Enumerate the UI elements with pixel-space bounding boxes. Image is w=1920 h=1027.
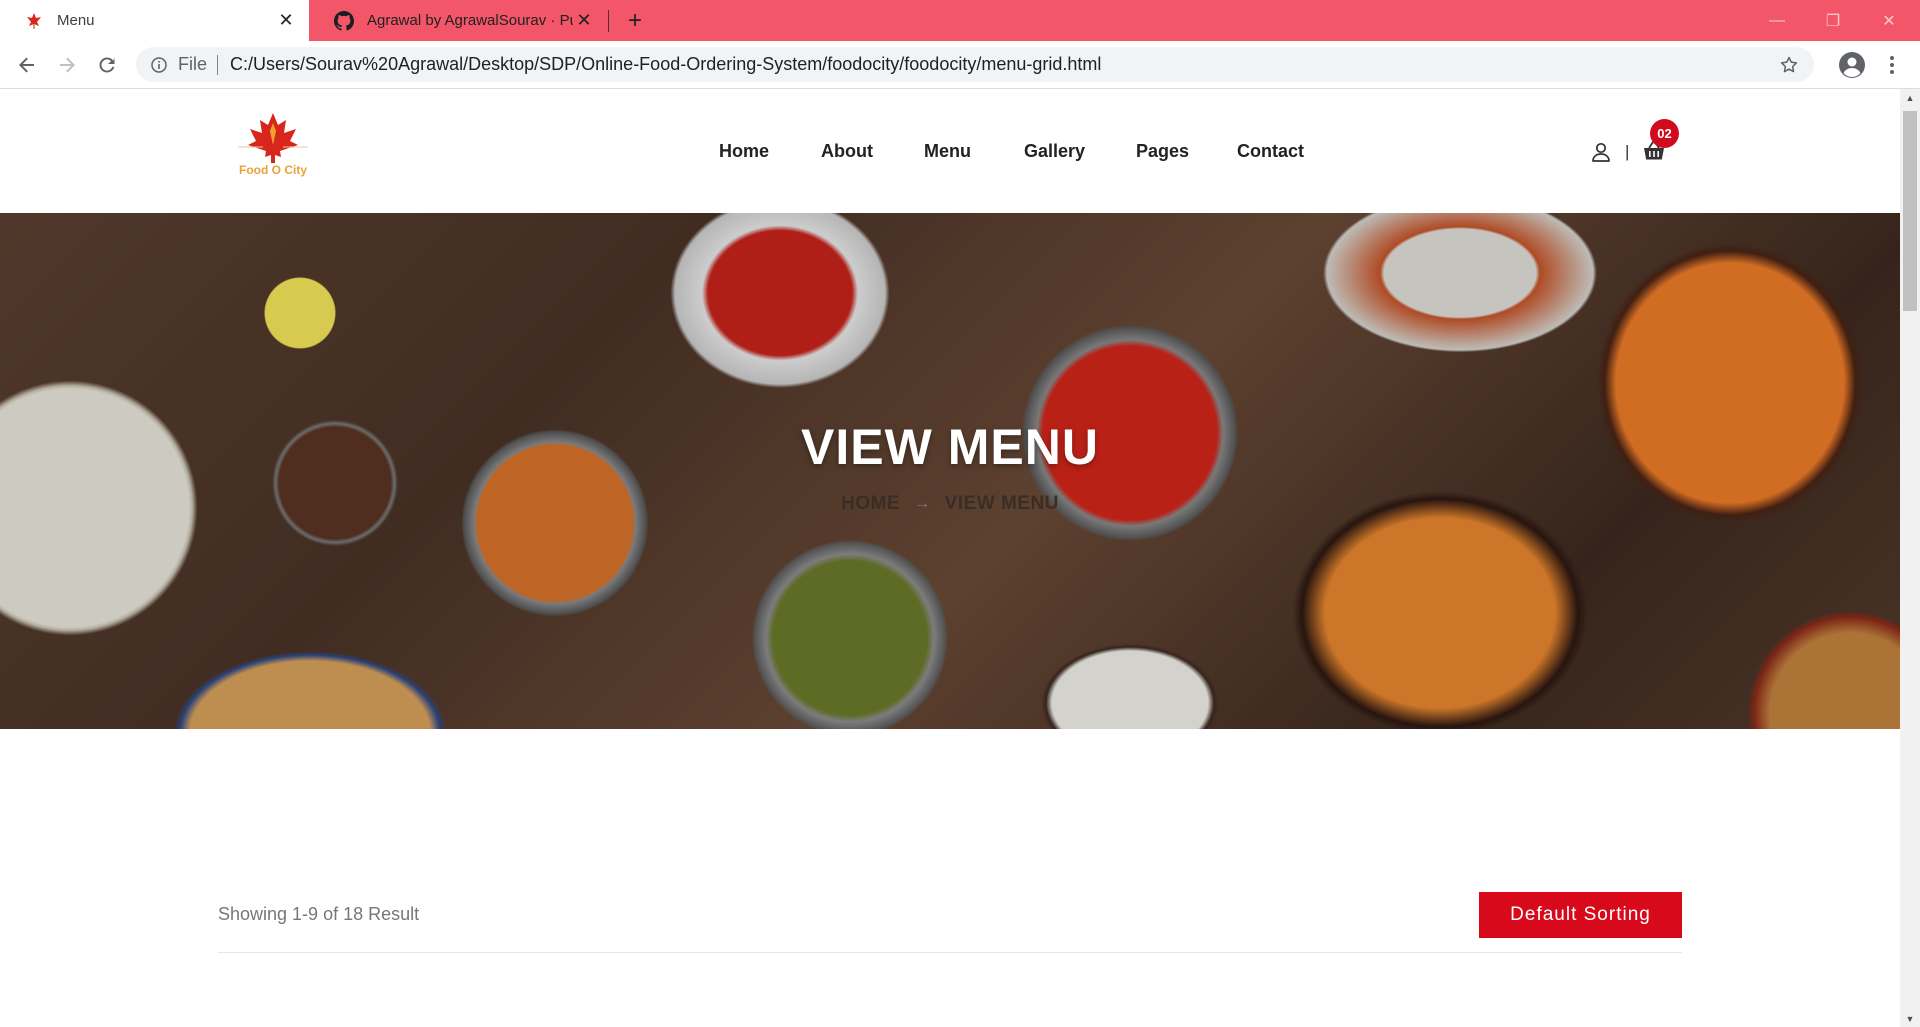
close-tab-icon[interactable]: ✕ [573, 10, 595, 32]
breadcrumb-home[interactable]: HOME [841, 493, 900, 515]
info-icon[interactable] [150, 56, 168, 74]
scroll-down-arrow-icon[interactable]: ▼ [1903, 1012, 1917, 1026]
nav-contact[interactable]: Contact [1237, 141, 1304, 162]
web-page: Food O City Home About Menu Gallery Page… [0, 89, 1900, 1027]
new-tab-plus-icon[interactable]: + [622, 7, 648, 34]
nav-menu[interactable]: Menu [924, 141, 971, 162]
nav-home[interactable]: Home [719, 141, 769, 162]
minimize-icon[interactable]: — [1749, 0, 1805, 41]
scrollbar-thumb[interactable] [1903, 111, 1917, 311]
food-o-city-favicon-icon [24, 11, 44, 31]
tab-title: Menu [57, 12, 95, 29]
nav-pages[interactable]: Pages [1136, 141, 1189, 162]
nav-gallery[interactable]: Gallery [1024, 141, 1085, 162]
page-banner: VIEW MENU HOME → VIEW MENU [0, 213, 1900, 729]
divider [218, 952, 1682, 953]
page-title: VIEW MENU [801, 419, 1099, 475]
reload-icon[interactable] [94, 52, 120, 78]
breadcrumb: HOME → VIEW MENU [0, 493, 1900, 515]
tab-divider [608, 10, 609, 32]
close-window-icon[interactable]: ✕ [1861, 0, 1917, 41]
bookmark-star-icon[interactable] [1778, 54, 1800, 76]
nav-about[interactable]: About [821, 141, 873, 162]
site-header: Food O City Home About Menu Gallery Page… [0, 89, 1900, 213]
profile-avatar-icon[interactable] [1838, 51, 1866, 79]
forward-arrow-icon[interactable] [54, 52, 80, 78]
browser-tab-strip: Menu ✕ Agrawal by AgrawalSourav · Pull ✕… [0, 0, 1920, 41]
cart-count-badge: 02 [1650, 119, 1679, 148]
close-tab-icon[interactable]: ✕ [275, 10, 297, 32]
breadcrumb-arrow-icon: → [914, 495, 931, 512]
address-divider [217, 54, 219, 75]
result-count-text: Showing 1-9 of 18 Result [218, 904, 420, 924]
scroll-up-arrow-icon[interactable]: ▲ [1903, 91, 1917, 105]
breadcrumb-current: VIEW MENU [944, 493, 1059, 514]
scheme-label: File [178, 54, 208, 74]
header-divider: | [1625, 142, 1630, 161]
browser-menu-icon[interactable] [1884, 53, 1900, 77]
browser-toolbar: File C:/Users/Sourav%20Agrawal/Desktop/S… [0, 41, 1920, 89]
main-navigation: Home About Menu Gallery Pages Contact [0, 89, 1900, 213]
tab-title: Agrawal by AgrawalSourav · Pull [367, 12, 573, 29]
tab-menu[interactable]: Menu ✕ [0, 0, 309, 41]
url-text[interactable]: C:/Users/Sourav%20Agrawal/Desktop/SDP/On… [230, 54, 1101, 75]
user-account-icon[interactable] [1590, 141, 1612, 163]
back-arrow-icon[interactable] [14, 52, 40, 78]
address-bar[interactable]: File C:/Users/Sourav%20Agrawal/Desktop/S… [136, 47, 1814, 82]
default-sorting-button[interactable]: Default Sorting [1479, 892, 1682, 938]
restore-icon[interactable]: ❐ [1805, 0, 1861, 41]
tab-github-pull[interactable]: Agrawal by AgrawalSourav · Pull ✕ [310, 0, 607, 41]
github-icon [334, 10, 354, 31]
